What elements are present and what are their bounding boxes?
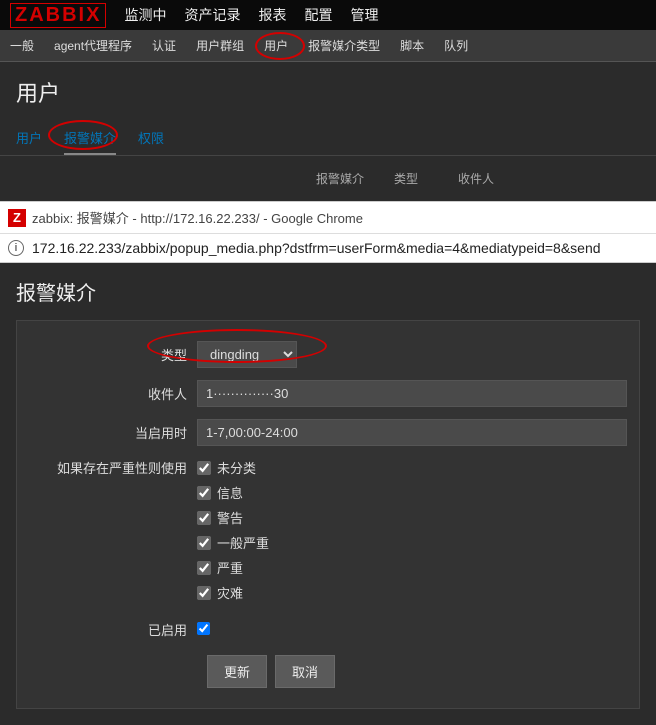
- update-button[interactable]: 更新: [207, 655, 267, 688]
- select-type[interactable]: dingding: [197, 341, 297, 368]
- info-icon[interactable]: i: [8, 240, 24, 256]
- subnav-proxies[interactable]: agent代理程序: [54, 37, 132, 54]
- nav-monitoring[interactable]: 监测中: [124, 5, 166, 25]
- tab-user[interactable]: 用户: [16, 122, 42, 155]
- nav-inventory[interactable]: 资产记录: [184, 5, 240, 25]
- browser-title: zabbix: 报警媒介 - http://172.16.22.233/ - G…: [32, 208, 363, 227]
- url-text: 172.16.22.233/zabbix/popup_media.php?dst…: [32, 240, 601, 256]
- lbl-sev-5: 灾难: [217, 583, 243, 602]
- lbl-sev-0: 未分类: [217, 458, 256, 477]
- lbl-sev-2: 警告: [217, 508, 243, 527]
- popup-title: 报警媒介: [0, 263, 656, 320]
- label-enabled: 已启用: [27, 620, 197, 639]
- subnav-auth[interactable]: 认证: [152, 37, 176, 54]
- col-type: 类型: [394, 170, 418, 187]
- col-media: 报警媒介: [316, 170, 364, 187]
- chk-sev-4[interactable]: [197, 561, 211, 575]
- tab-permissions[interactable]: 权限: [138, 122, 164, 155]
- chk-sev-0[interactable]: [197, 461, 211, 475]
- lbl-sev-3: 一般严重: [217, 533, 269, 552]
- chk-sev-1[interactable]: [197, 486, 211, 500]
- tab-media[interactable]: 报警媒介: [64, 122, 116, 155]
- chk-sev-5[interactable]: [197, 586, 211, 600]
- nav-config[interactable]: 配置: [304, 5, 332, 25]
- subnav-users[interactable]: 用户: [264, 37, 288, 54]
- lbl-sev-4: 严重: [217, 558, 243, 577]
- subnav-queue[interactable]: 队列: [444, 37, 468, 54]
- logo: ZABBIX: [10, 3, 106, 28]
- chk-enabled[interactable]: [197, 622, 210, 635]
- nav-reports[interactable]: 报表: [258, 5, 286, 25]
- subnav-usergroups[interactable]: 用户群组: [196, 37, 244, 54]
- page-title: 用户: [0, 62, 656, 122]
- chk-sev-3[interactable]: [197, 536, 211, 550]
- label-sendto: 收件人: [27, 384, 197, 403]
- cancel-button[interactable]: 取消: [275, 655, 335, 688]
- label-active: 当启用时: [27, 423, 197, 442]
- subnav-scripts[interactable]: 脚本: [400, 37, 424, 54]
- nav-admin[interactable]: 管理: [350, 5, 378, 25]
- lbl-sev-1: 信息: [217, 483, 243, 502]
- zabbix-favicon: Z: [8, 209, 26, 227]
- input-sendto[interactable]: [197, 380, 627, 407]
- input-active[interactable]: [197, 419, 627, 446]
- subnav-mediatypes[interactable]: 报警媒介类型: [308, 37, 380, 54]
- subnav-general[interactable]: 一般: [10, 37, 34, 54]
- label-type: 类型: [27, 345, 197, 364]
- label-severity: 如果存在严重性则使用: [27, 458, 197, 477]
- chk-sev-2[interactable]: [197, 511, 211, 525]
- col-recipient: 收件人: [458, 170, 494, 187]
